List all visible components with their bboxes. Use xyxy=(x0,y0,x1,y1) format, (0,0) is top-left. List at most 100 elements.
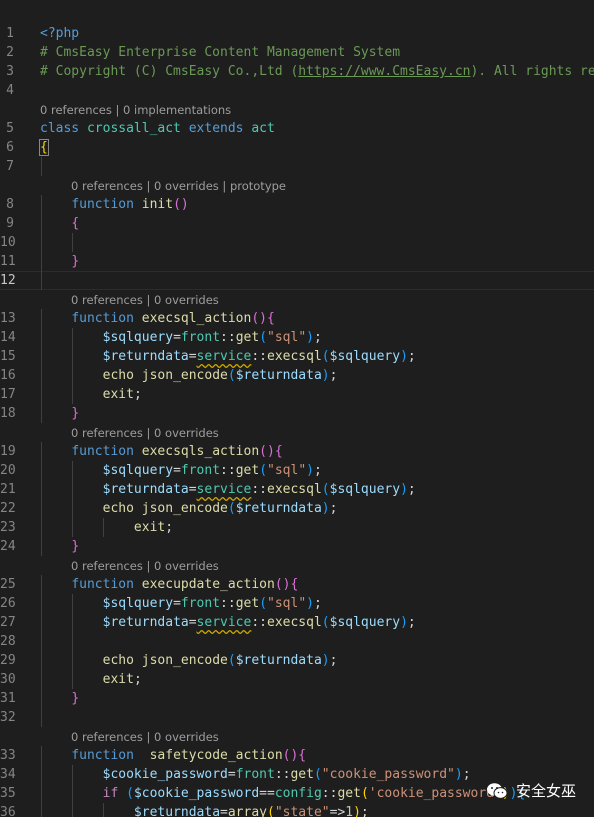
code-token: :: xyxy=(321,786,338,801)
code-text[interactable]: echo json_encode($returndata); xyxy=(40,366,338,385)
code-line[interactable]: 10 xyxy=(0,233,594,252)
codelens-text[interactable]: 0 references | 0 overrides xyxy=(71,556,219,577)
code-text[interactable]: class crossall_act extends act xyxy=(40,119,275,138)
code-text[interactable]: $returndata=service::execsql($sqlquery); xyxy=(40,480,416,499)
code-line[interactable]: 5 class crossall_act extends act xyxy=(0,119,594,138)
code-text[interactable]: $returndata=array("state"=>1); xyxy=(40,803,369,817)
code-text[interactable]: $cookie_password=front::get("cookie_pass… xyxy=(40,765,471,784)
code-text[interactable]: exit; xyxy=(40,518,173,537)
code-line[interactable]: 6{ xyxy=(0,138,594,157)
code-line[interactable]: 8 function init() xyxy=(0,195,594,214)
code-line[interactable]: 4 xyxy=(0,81,594,100)
code-editor[interactable]: 1 <?php 2 # CmsEasy Enterprise Content Mana… xyxy=(0,0,594,817)
code-token: } xyxy=(71,539,80,554)
code-text[interactable]: function execsql_action(){ xyxy=(40,309,275,328)
code-token: { xyxy=(71,216,80,231)
code-line[interactable]: 11 } xyxy=(0,252,594,271)
code-line[interactable]: 36 $returndata=array("state"=>1); xyxy=(0,803,594,817)
code-text[interactable]: } xyxy=(40,252,79,271)
code-text[interactable]: $sqlquery=front::get("sql"); xyxy=(40,594,322,613)
code-line[interactable]: 27 $returndata=service::execsql($sqlquer… xyxy=(0,613,594,632)
code-line[interactable]: 21 $returndata=service::execsql($sqlquer… xyxy=(0,480,594,499)
code-line[interactable]: 16 echo json_encode($returndata); xyxy=(0,366,594,385)
codelens-text[interactable]: 0 references | 0 overrides xyxy=(71,727,219,748)
code-line[interactable]: 25 function execupdate_action(){ xyxy=(0,575,594,594)
code-line[interactable]: 15 $returndata=service::execsql($sqlquer… xyxy=(0,347,594,366)
code-text[interactable]: { xyxy=(39,138,49,157)
code-text[interactable]: # CmsEasy Enterprise Content Management … xyxy=(40,43,400,62)
code-token: echo xyxy=(102,368,142,383)
code-token: ( xyxy=(321,615,330,630)
code-token: $sqlquery xyxy=(102,463,174,478)
code-token: ( xyxy=(259,463,268,478)
code-text[interactable]: } xyxy=(40,537,79,556)
code-line[interactable]: 30 exit; xyxy=(0,670,594,689)
code-line[interactable]: 9 { xyxy=(0,214,594,233)
code-text[interactable]: function execupdate_action(){ xyxy=(40,575,298,594)
code-token: ; xyxy=(407,482,416,497)
code-text[interactable]: } xyxy=(40,404,79,423)
code-line-current[interactable]: 12 xyxy=(0,271,594,290)
code-text[interactable]: function init() xyxy=(40,195,188,214)
code-line[interactable]: 32 xyxy=(0,708,594,727)
code-text[interactable]: <?php xyxy=(40,24,79,43)
codelens[interactable]: 0 references | 0 overrides xyxy=(0,423,594,442)
codelens[interactable]: 0 references | 0 implementations xyxy=(0,100,594,119)
code-line[interactable]: 14 $sqlquery=front::get("sql"); xyxy=(0,328,594,347)
code-token: $returndata xyxy=(133,805,221,817)
code-line[interactable]: 1 <?php xyxy=(0,24,594,43)
code-line[interactable]: 22 echo json_encode($returndata); xyxy=(0,499,594,518)
code-token: ) xyxy=(306,596,314,611)
code-text[interactable]: echo json_encode($returndata); xyxy=(40,499,338,518)
code-text[interactable]: exit; xyxy=(40,670,142,689)
code-token: function xyxy=(71,444,142,459)
codelens[interactable]: 0 references | 0 overrides xyxy=(0,290,594,309)
code-line[interactable]: 29 echo json_encode($returndata); xyxy=(0,651,594,670)
code-text[interactable]: $sqlquery=front::get("sql"); xyxy=(40,328,322,347)
code-line[interactable]: 2 # CmsEasy Enterprise Content Management… xyxy=(0,43,594,62)
code-line[interactable]: 18 } xyxy=(0,404,594,423)
code-text[interactable]: echo json_encode($returndata); xyxy=(40,651,338,670)
code-line[interactable]: 23 exit; xyxy=(0,518,594,537)
code-token: $sqlquery xyxy=(329,482,401,497)
codelens[interactable]: 0 references | 0 overrides xyxy=(0,556,594,575)
codelens[interactable]: 0 references | 0 overrides | prototype xyxy=(0,176,594,195)
code-line[interactable]: 26 $sqlquery=front::get("sql"); xyxy=(0,594,594,613)
code-text[interactable]: { xyxy=(40,214,79,233)
codelens-text[interactable]: 0 references | 0 overrides | prototype xyxy=(71,176,286,197)
code-text[interactable]: function safetycode_action(){ xyxy=(40,746,306,765)
codelens-text[interactable]: 0 references | 0 implementations xyxy=(40,100,231,121)
indent-guide xyxy=(72,632,73,651)
code-text[interactable]: if ($cookie_password==config::get('cooki… xyxy=(40,784,526,803)
code-text[interactable]: $returndata=service::execsql($sqlquery); xyxy=(40,613,416,632)
code-line[interactable]: 20 $sqlquery=front::get("sql"); xyxy=(0,461,594,480)
code-line[interactable]: 3 # Copyright (C) CmsEasy Co.,Ltd (https:… xyxy=(0,62,594,81)
code-token: echo xyxy=(102,501,142,516)
code-line[interactable]: 24 } xyxy=(0,537,594,556)
codelens[interactable]: 0 references | 0 overrides xyxy=(0,727,594,746)
code-line[interactable]: 7 xyxy=(0,157,594,176)
code-token: ) xyxy=(400,349,408,364)
code-text[interactable]: # Copyright (C) CmsEasy Co.,Ltd (https:/… xyxy=(40,62,594,81)
code-text[interactable]: $sqlquery=front::get("sql"); xyxy=(40,461,322,480)
code-text[interactable]: exit; xyxy=(40,385,142,404)
code-line[interactable]: 17 exit; xyxy=(0,385,594,404)
code-text[interactable]: } xyxy=(40,689,79,708)
codelens-text[interactable]: 0 references | 0 overrides xyxy=(71,290,219,311)
code-line[interactable]: 31 } xyxy=(0,689,594,708)
code-token: $sqlquery xyxy=(329,349,401,364)
code-line[interactable]: 19 function execsqls_action(){ xyxy=(0,442,594,461)
line-number: 30 xyxy=(0,672,16,687)
code-text[interactable]: function execsqls_action(){ xyxy=(40,442,282,461)
code-text[interactable]: $returndata=service::execsql($sqlquery); xyxy=(40,347,416,366)
code-line[interactable]: 33 function safetycode_action(){ xyxy=(0,746,594,765)
code-token: ( xyxy=(227,501,236,516)
code-line[interactable]: 13 function execsql_action(){ xyxy=(0,309,594,328)
codelens-text[interactable]: 0 references | 0 overrides xyxy=(71,423,219,444)
code-token: $returndata xyxy=(235,501,322,516)
code-token: execsqls_action xyxy=(141,444,260,459)
code-line[interactable]: 28 xyxy=(0,632,594,651)
